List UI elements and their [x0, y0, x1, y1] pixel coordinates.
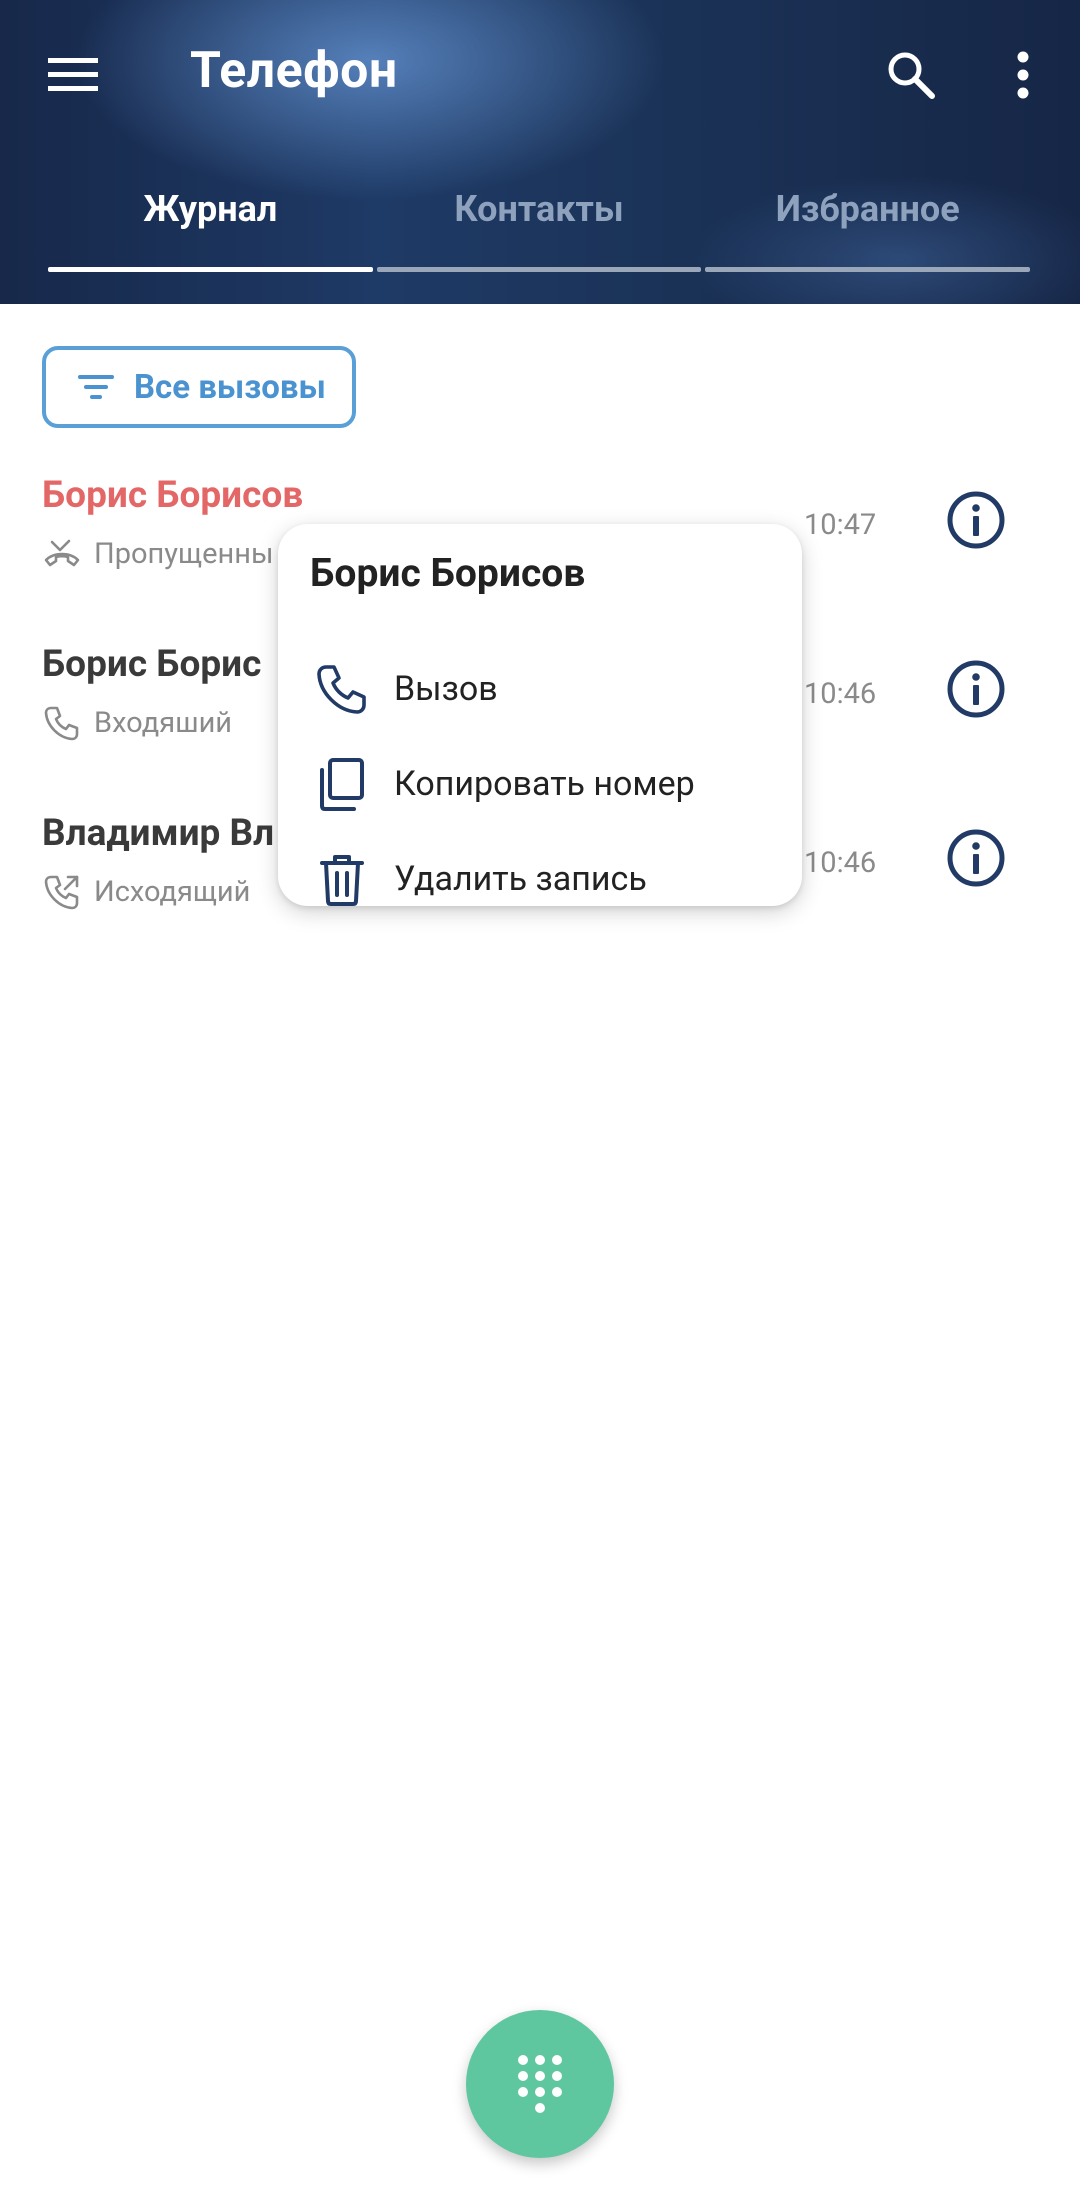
call-contact-name: Борис Борисов	[42, 474, 304, 517]
app-bar: Телефон Журнал Контакты Избранное	[0, 0, 1080, 304]
call-contact-name: Владимир Вл	[42, 812, 275, 855]
menu-item-delete-entry[interactable]: Удалить запись	[278, 834, 802, 924]
call-info-button[interactable]	[944, 657, 1008, 721]
context-menu-title: Борис Борисов	[310, 550, 586, 596]
menu-item-label: Копировать номер	[394, 764, 695, 804]
tab-contacts[interactable]: Контакты	[375, 172, 704, 272]
more-options-button[interactable]	[978, 30, 1068, 120]
menu-button[interactable]	[28, 30, 118, 120]
tab-indicator	[705, 267, 1031, 272]
tab-favorites[interactable]: Избранное	[703, 172, 1032, 272]
call-info-button[interactable]	[944, 826, 1008, 890]
missed-call-icon	[44, 539, 80, 567]
hamburger-menu-icon	[48, 58, 98, 91]
info-icon	[947, 660, 1005, 718]
filter-all-calls-button[interactable]: Все вызовы	[42, 346, 356, 428]
dialpad-icon	[518, 2055, 562, 2113]
dialpad-fab-button[interactable]	[466, 2010, 614, 2158]
call-type: Входяший	[94, 706, 233, 740]
menu-item-copy-number[interactable]: Копировать номер	[278, 739, 802, 829]
toolbar: Телефон	[0, 0, 1080, 150]
incoming-call-icon	[44, 706, 79, 741]
call-time: 10:46	[804, 846, 877, 880]
call-subtitle: Исходящий	[42, 872, 250, 912]
call-type: Пропущенны	[94, 537, 274, 571]
phone-app: Телефон Журнал Контакты Избранное Все вы…	[0, 0, 1080, 2200]
call-time: 10:46	[804, 677, 877, 711]
tab-label: Контакты	[454, 188, 624, 230]
tab-label: Избранное	[775, 188, 960, 230]
trash-icon	[320, 855, 364, 906]
tab-indicator	[48, 267, 373, 272]
menu-item-label: Вызов	[394, 669, 498, 709]
call-type: Исходящий	[94, 875, 251, 909]
call-time: 10:47	[804, 508, 877, 542]
search-icon	[888, 52, 935, 99]
tab-bar: Журнал Контакты Избранное	[46, 172, 1032, 272]
tab-label: Журнал	[143, 188, 278, 230]
more-vert-icon	[1017, 51, 1029, 99]
copy-icon	[320, 758, 364, 811]
tab-indicator	[376, 267, 702, 272]
call-subtitle: Пропущенны	[42, 534, 273, 574]
info-icon	[947, 829, 1005, 887]
filter-icon	[78, 375, 114, 399]
menu-item-call[interactable]: Вызов	[278, 644, 802, 734]
call-subtitle: Входяший	[42, 703, 232, 743]
info-icon	[947, 491, 1005, 549]
filter-label: Все вызовы	[134, 367, 326, 407]
call-contact-name: Борис Борис	[42, 643, 262, 686]
outgoing-call-icon	[44, 875, 79, 910]
call-context-menu: Борис Борисов Вызов Копировать номер Уда	[278, 524, 802, 906]
phone-icon	[317, 665, 366, 714]
tab-journal[interactable]: Журнал	[46, 172, 375, 272]
call-info-button[interactable]	[944, 488, 1008, 552]
search-button[interactable]	[866, 30, 956, 120]
menu-item-label: Удалить запись	[394, 859, 647, 899]
app-title: Телефон	[190, 42, 398, 100]
